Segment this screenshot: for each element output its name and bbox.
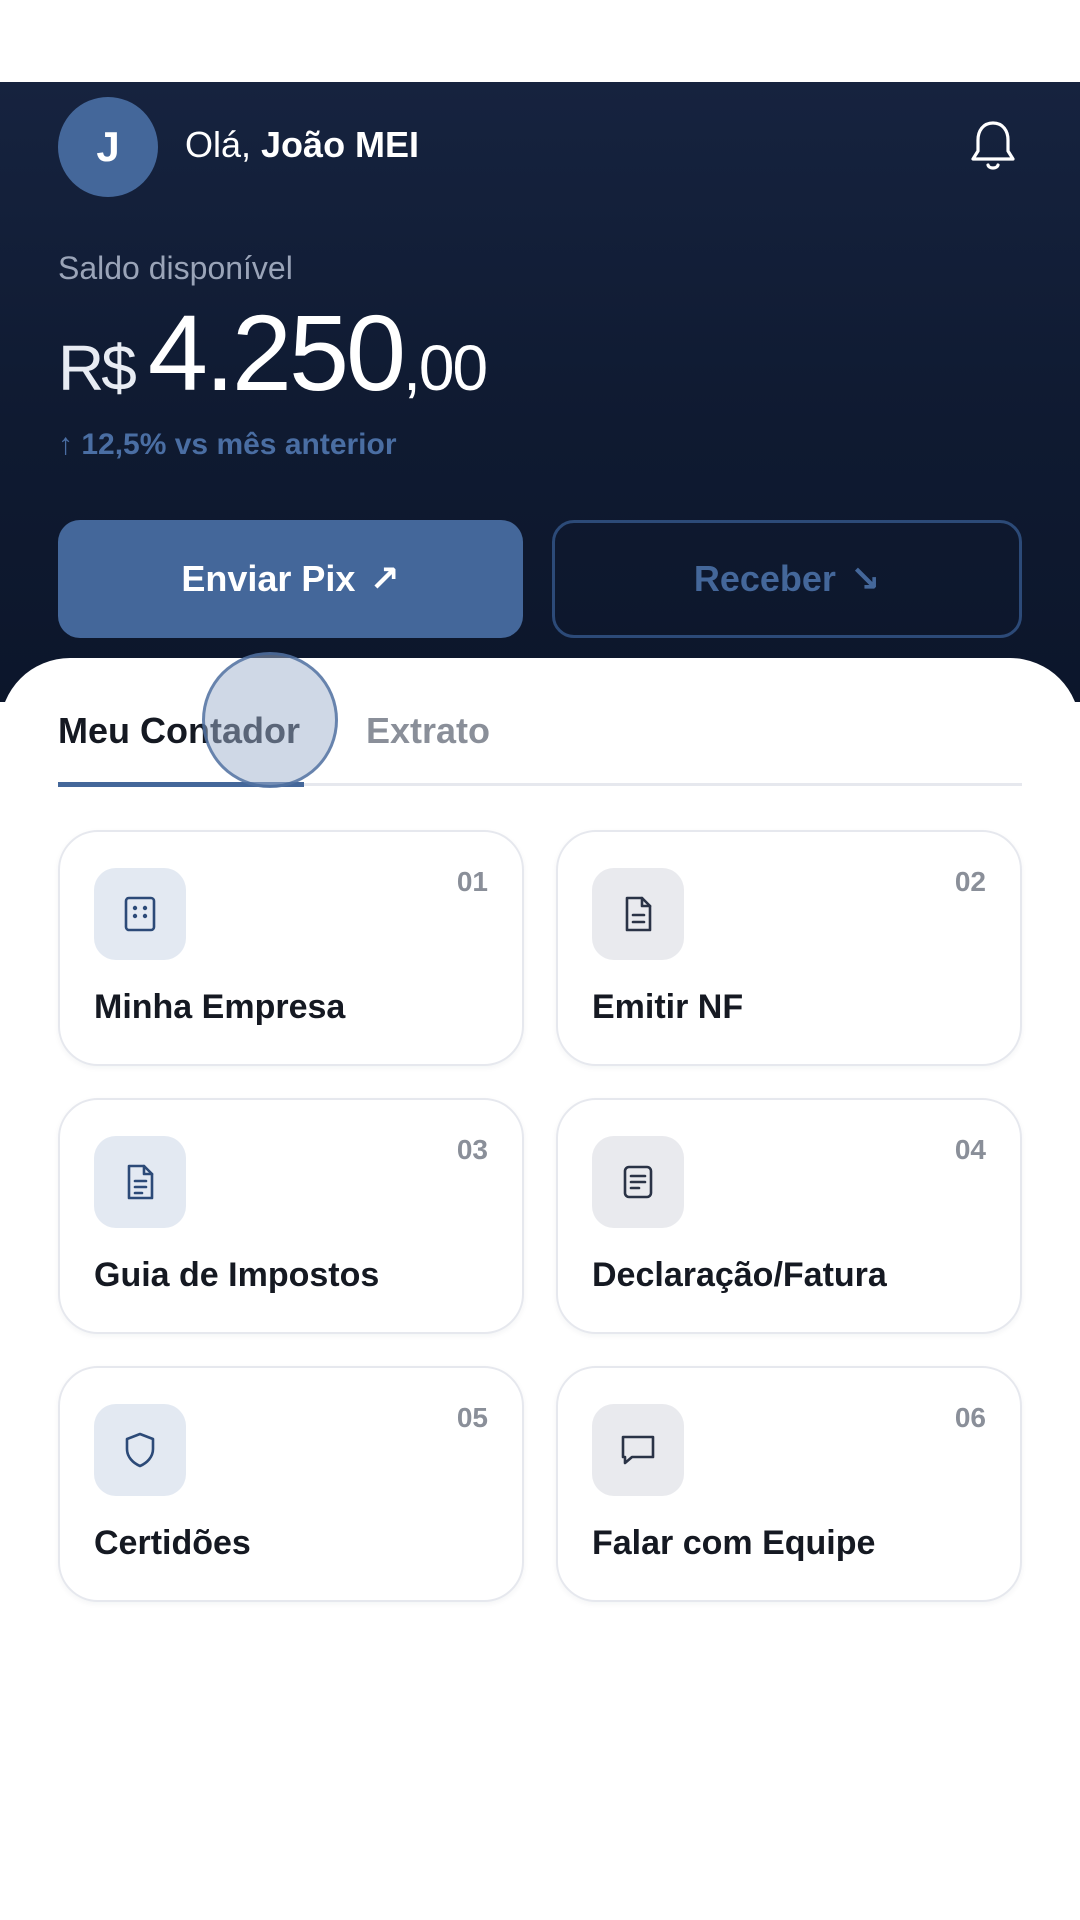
card-certidoes[interactable]: 05 Certidões bbox=[58, 1366, 524, 1602]
document-icon bbox=[592, 868, 684, 960]
card-number: 05 bbox=[456, 1402, 488, 1433]
receive-button[interactable]: Receber ↘ bbox=[552, 520, 1022, 638]
card-number: 06 bbox=[954, 1402, 986, 1433]
chat-bubble-icon bbox=[592, 1404, 684, 1496]
card-number: 04 bbox=[954, 1134, 986, 1165]
user-name: João MEI bbox=[261, 124, 420, 165]
avatar-initial: J bbox=[96, 123, 120, 170]
balance-label: Saldo disponível bbox=[58, 250, 293, 286]
bell-icon[interactable] bbox=[968, 118, 1018, 174]
card-title: Certidões bbox=[94, 1524, 251, 1562]
balance-decimals: ,00 bbox=[403, 332, 488, 404]
tax-document-icon bbox=[94, 1136, 186, 1228]
card-title: Emitir NF bbox=[592, 988, 744, 1026]
balance-amount: R$ 4.250 ,00 bbox=[58, 290, 488, 415]
card-guia-de-impostos[interactable]: 03 Guia de Impostos bbox=[58, 1098, 524, 1334]
card-number: 01 bbox=[456, 866, 488, 897]
arrow-up-right-icon: ↗ bbox=[369, 558, 400, 599]
card-title: Declaração/Fatura bbox=[592, 1256, 887, 1294]
app-screen: J Olá, João MEI Saldo disponível R$ 4.25… bbox=[0, 0, 1080, 1920]
balance-currency: R$ bbox=[58, 332, 137, 404]
tab-extrato[interactable]: Extrato bbox=[366, 710, 490, 752]
card-title: Minha Empresa bbox=[94, 988, 346, 1026]
balance-integer: 4.250 bbox=[147, 292, 406, 413]
avatar[interactable]: J bbox=[58, 97, 158, 197]
shield-icon bbox=[94, 1404, 186, 1496]
card-minha-empresa[interactable]: 01 Minha Empresa bbox=[58, 830, 524, 1066]
invoice-icon bbox=[592, 1136, 684, 1228]
card-title: Falar com Equipe bbox=[592, 1524, 876, 1562]
balance-change: ↑ 12,5% vs mês anterior bbox=[58, 428, 397, 461]
greeting: Olá, João MEI bbox=[185, 124, 419, 166]
card-number: 03 bbox=[456, 1134, 488, 1165]
arrow-down-right-icon: ↘ bbox=[849, 558, 881, 599]
send-pix-label: Enviar Pix bbox=[181, 558, 356, 599]
building-icon bbox=[94, 868, 186, 960]
card-emitir-nf[interactable]: 02 Emitir NF bbox=[556, 830, 1022, 1066]
greeting-prefix: Olá, bbox=[185, 124, 262, 165]
card-number: 02 bbox=[954, 866, 986, 897]
card-declaracao-fatura[interactable]: 04 Declaração/Fatura bbox=[556, 1098, 1022, 1334]
card-title: Guia de Impostos bbox=[94, 1256, 380, 1294]
send-pix-button[interactable]: Enviar Pix ↗ bbox=[58, 520, 523, 638]
card-falar-com-equipe[interactable]: 06 Falar com Equipe bbox=[556, 1366, 1022, 1602]
receive-label: Receber bbox=[693, 558, 836, 599]
touch-indicator bbox=[202, 652, 338, 788]
